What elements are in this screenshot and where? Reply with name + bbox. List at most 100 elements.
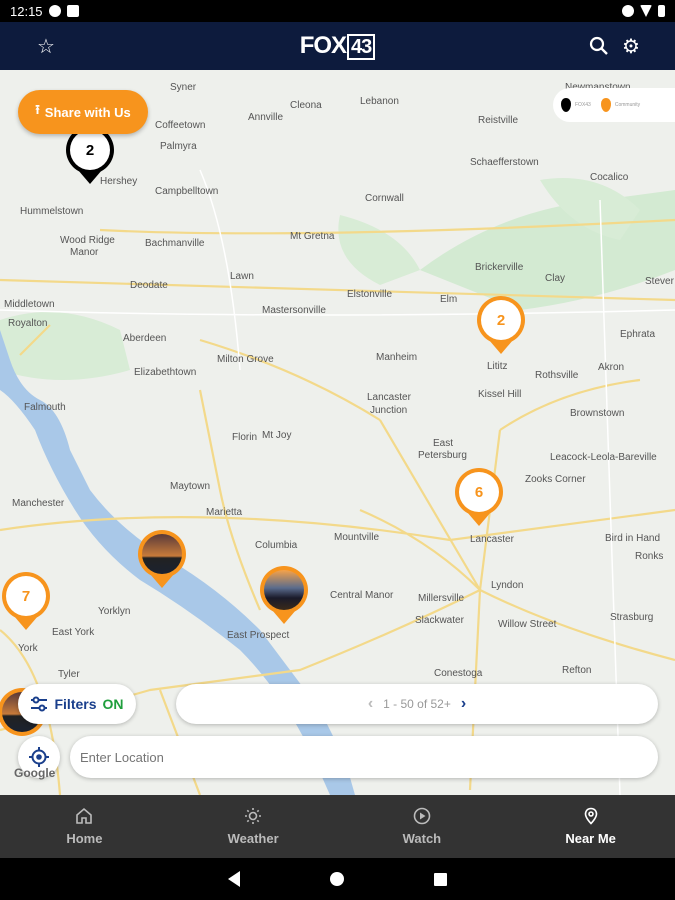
map-pin-community-cluster[interactable]: 2 [477,296,525,354]
town-label: Central Manor [330,590,394,601]
town-label: Clay [545,273,566,284]
town-label: Manor [70,247,99,258]
filters-state: ON [102,696,124,712]
home-circle-icon[interactable] [330,872,344,886]
tab-label: Home [66,831,103,846]
favorites-star-icon[interactable]: ☆ [32,32,60,60]
town-label: Junction [370,405,408,416]
fox43-legend-pin-icon [561,98,571,112]
town-label: East [433,438,454,449]
town-label: Milton Grove [217,354,274,365]
town-label: Bird in Hand [605,533,661,544]
notification-icon [48,5,61,17]
legend-fox43-label: FOX43 [575,102,591,108]
town-label: Strasburg [610,612,654,623]
town-label: Rothsville [535,370,579,381]
tab-watch[interactable]: Watch [338,795,507,858]
home-icon [76,807,93,824]
back-icon[interactable] [228,871,240,887]
pager-text: 1 - 50 of 52+ [383,697,451,711]
map-legend: FOX43 Community [553,88,675,122]
town-label: Kissel Hill [478,389,522,400]
town-label: Conestoga [434,668,483,679]
battery-icon [658,5,665,17]
sun-icon [245,808,262,824]
town-label: Ronks [635,551,664,562]
town-label: Campbelltown [155,186,219,197]
town-label: Manheim [376,352,418,363]
app-header: ☆ FOX 43 ⚙ [0,22,675,70]
town-label: Yorklyn [98,606,131,617]
town-label: Elm [440,294,458,305]
recent-apps-icon[interactable] [434,872,447,886]
town-label: Brownstown [570,408,625,419]
upload-icon: ⭱ [35,102,40,117]
sd-card-icon [66,5,79,17]
town-label: Hummelstown [20,206,84,217]
town-label: Lancaster [367,392,411,403]
map-pin-community-cluster[interactable]: 6 [455,468,503,526]
town-label: Cleona [290,100,322,111]
town-label: Mt Joy [262,430,292,441]
town-label: Mountville [334,532,380,543]
town-label: Falmouth [24,402,66,413]
location-pin-icon [584,807,597,825]
town-label: Annville [248,112,284,123]
town-label: Florin [232,432,258,443]
town-label: Lancaster [470,534,514,545]
sliders-icon [31,696,48,712]
town-label: Zooks Corner [525,474,586,485]
town-label: Manchester [12,498,65,509]
community-legend-pin-icon [600,98,611,112]
town-label: Aberdeen [123,333,167,344]
town-label: Millersville [418,593,465,604]
town-label: Maytown [170,481,211,492]
town-label: Cornwall [365,193,404,204]
tab-label: Near Me [565,831,616,846]
town-label: Elstonville [347,289,393,300]
town-label: East Prospect [227,630,290,641]
town-label: Wood Ridge [60,235,115,246]
town-label: Leacock-Leola-Bareville [550,452,657,463]
share-label: Share with Us [44,104,131,120]
search-icon[interactable] [585,32,613,60]
town-label: Petersburg [418,450,467,461]
next-page-chevron-icon[interactable]: › [461,695,466,713]
filters-button[interactable]: Filters ON [18,684,136,724]
town-label: Cocalico [590,172,629,183]
town-label: Columbia [255,540,298,551]
share-with-us-button[interactable]: ⭱ Share with Us [18,90,148,134]
town-label: Mt Gretna [290,231,335,242]
town-label: Reistville [478,115,519,126]
settings-gear-icon[interactable]: ⚙ [617,32,645,60]
town-label: Coffeetown [155,120,206,131]
town-label: Stever [645,276,674,287]
system-nav-bar [0,858,675,900]
town-label: Lyndon [491,580,524,591]
google-attribution: Google [14,766,56,780]
town-label: Lititz [487,361,508,372]
location-status-icon [622,5,634,17]
wifi-icon [640,5,652,17]
crosshair-icon [29,747,49,767]
tab-label: Weather [227,831,279,846]
previous-page-chevron-icon[interactable]: ‹ [368,695,373,713]
location-search-input[interactable] [70,736,658,778]
map-pin-photo[interactable] [260,566,308,624]
town-label: York [18,643,38,654]
results-pager: ‹ 1 - 50 of 52+ › [176,684,658,724]
bottom-tab-bar: Home Weather Watch Near Me [0,795,675,858]
town-label: Akron [598,362,625,373]
map-pin-fox43-cluster[interactable]: 2 [66,126,114,184]
tab-home[interactable]: Home [0,795,169,858]
legend-community-label: Community [614,102,641,108]
tab-weather[interactable]: Weather [169,795,338,858]
tab-near-me[interactable]: Near Me [506,795,675,858]
town-label: Bachmanville [145,238,205,249]
town-label: Tyler [58,669,80,680]
map-pin-community-cluster[interactable]: 7 [2,572,50,630]
map-pin-photo[interactable] [138,530,186,588]
town-label: Middletown [4,299,55,310]
town-label: Brickerville [475,262,524,273]
town-label: Lebanon [360,96,399,107]
